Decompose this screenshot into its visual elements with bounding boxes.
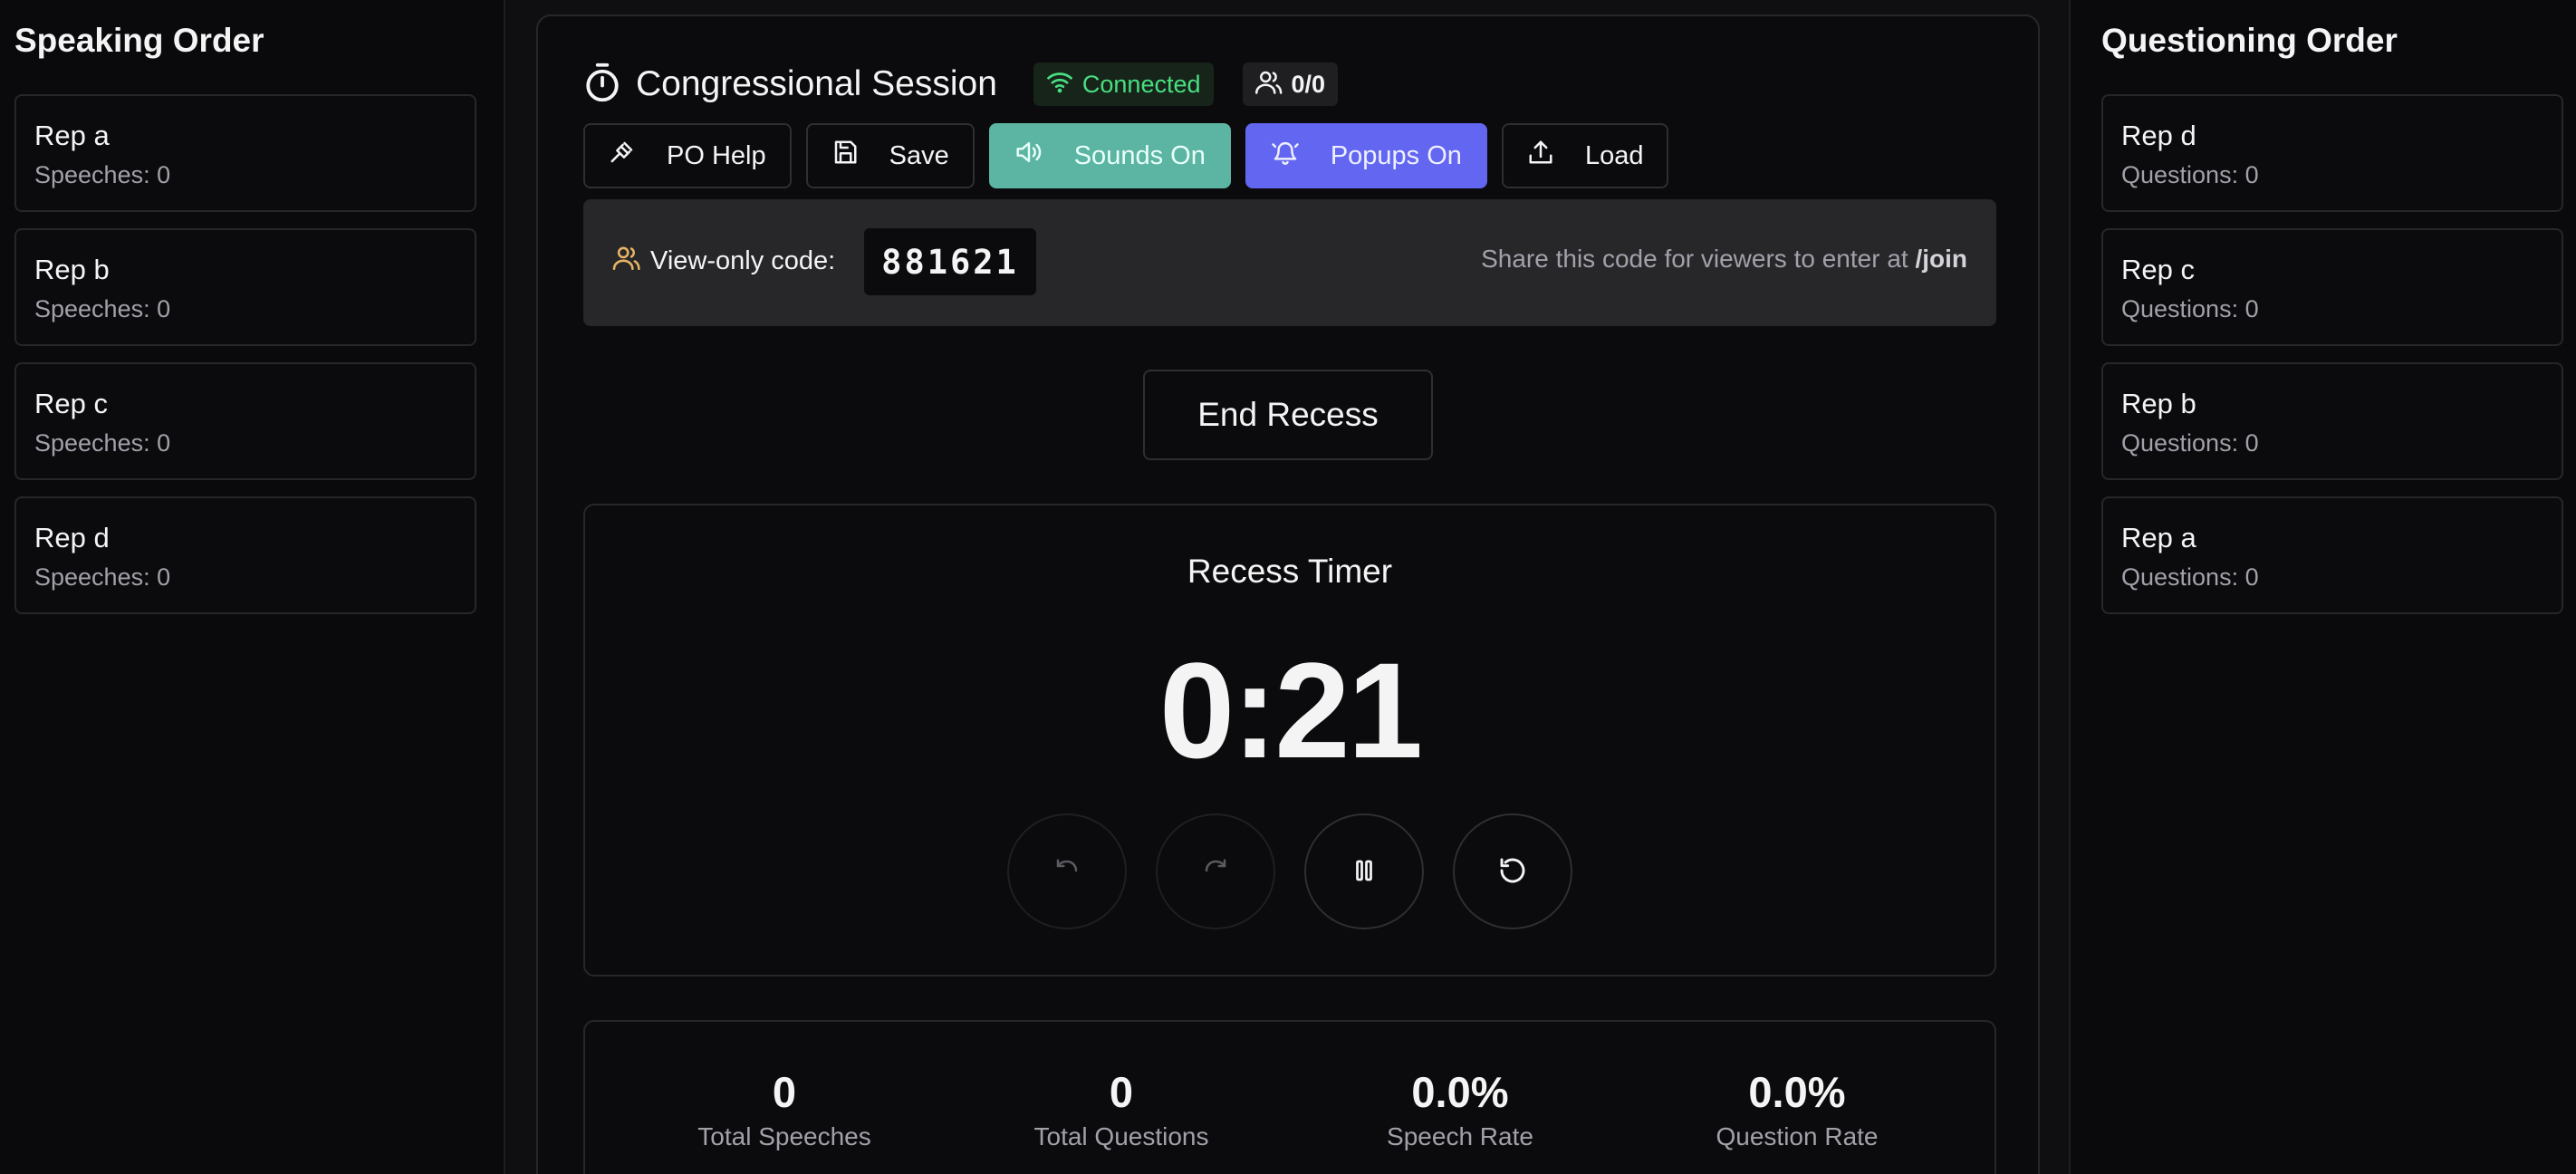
bell-icon — [1271, 139, 1331, 173]
speaker-speech-count: Speeches: 0 — [34, 295, 171, 322]
questioner-card[interactable]: Rep b Questions: 0 — [2101, 362, 2563, 480]
speaker-name: Rep a — [34, 120, 110, 151]
load-button[interactable]: Load — [1501, 123, 1669, 188]
share-instructions: Share this code for viewers to enter at … — [1481, 245, 1967, 274]
session-stats-card: 0 Total Speeches 0 Total Questions 0.0% … — [583, 1020, 1996, 1174]
save-button[interactable]: Save — [805, 123, 975, 188]
speaker-card[interactable]: Rep b Speeches: 0 — [14, 228, 476, 346]
stat-value: 0.0% — [1411, 1068, 1509, 1116]
speaker-speech-count: Speeches: 0 — [34, 563, 171, 591]
po-help-button[interactable]: PO Help — [583, 123, 792, 188]
pause-button[interactable] — [1304, 813, 1424, 929]
session-panel: Congressional Session Connected 0/0 PO H… — [536, 14, 2040, 1174]
view-only-code-label-text: View-only code: — [650, 245, 836, 275]
questioner-name: Rep b — [2121, 388, 2196, 419]
save-icon — [831, 139, 889, 173]
pause-icon — [1350, 857, 1378, 887]
questioning-order-panel: Questioning Order Rep d Questions: 0 Rep… — [2069, 0, 2576, 1174]
recess-timer-card: Recess Timer 0:21 — [583, 504, 1996, 977]
redo-button[interactable] — [1156, 813, 1275, 929]
stat-question-rate: 0.0% Question Rate — [1629, 1067, 1966, 1151]
end-recess-button[interactable]: End Recess — [1143, 370, 1433, 460]
questioner-name: Rep c — [2121, 254, 2195, 285]
timer-title: Recess Timer — [1187, 553, 1393, 590]
redo-icon — [1202, 857, 1229, 887]
speaker-card[interactable]: Rep d Speeches: 0 — [14, 496, 476, 614]
view-only-code-label: View-only code: — [612, 245, 835, 277]
stat-value: 0 — [1109, 1068, 1134, 1116]
questioner-question-count: Questions: 0 — [2121, 429, 2259, 457]
users-icon — [612, 245, 650, 277]
stat-label: Question Rate — [1716, 1122, 1879, 1150]
timer-controls — [1007, 813, 1601, 929]
speaker-card[interactable]: Rep a Speeches: 0 — [14, 94, 476, 212]
viewer-count: 0/0 — [1291, 70, 1326, 98]
stopwatch-icon — [583, 62, 621, 108]
session-header: Congressional Session Connected 0/0 — [583, 62, 1339, 108]
questioner-card[interactable]: Rep c Questions: 0 — [2101, 228, 2563, 346]
undo-icon — [1053, 857, 1081, 887]
load-label: Load — [1584, 140, 1644, 170]
stat-label: Speech Rate — [1387, 1122, 1533, 1150]
questioner-card[interactable]: Rep a Questions: 0 — [2101, 496, 2563, 614]
stat-label: Total Speeches — [697, 1122, 871, 1150]
connection-status-text: Connected — [1081, 70, 1201, 98]
gavel-icon — [609, 139, 667, 173]
popups-label: Popups On — [1330, 140, 1462, 170]
stat-value: 0 — [772, 1068, 797, 1116]
questioner-question-count: Questions: 0 — [2121, 563, 2259, 591]
stat-total-speeches: 0 Total Speeches — [616, 1067, 953, 1151]
upload-icon — [1527, 139, 1585, 173]
stat-label: Total Questions — [1033, 1122, 1209, 1150]
questioner-card[interactable]: Rep d Questions: 0 — [2101, 94, 2563, 212]
view-only-code-value[interactable]: 881621 — [864, 228, 1036, 295]
speaker-card[interactable]: Rep c Speeches: 0 — [14, 362, 476, 480]
popups-toggle-button[interactable]: Popups On — [1245, 123, 1487, 188]
questioner-question-count: Questions: 0 — [2121, 161, 2259, 188]
questioner-name: Rep d — [2121, 120, 2196, 151]
viewer-count-badge: 0/0 — [1242, 63, 1339, 106]
users-icon — [1254, 69, 1292, 101]
undo-button[interactable] — [1007, 813, 1127, 929]
sounds-label: Sounds On — [1073, 140, 1206, 170]
speaker-name: Rep d — [34, 522, 110, 553]
questioning-order-title: Questioning Order — [2101, 22, 2398, 59]
speaking-order-title: Speaking Order — [14, 22, 264, 59]
speaker-speech-count: Speeches: 0 — [34, 429, 171, 457]
speaker-name: Rep c — [34, 388, 108, 419]
po-help-label: PO Help — [667, 140, 766, 170]
reset-button[interactable] — [1453, 813, 1572, 929]
session-title: Congressional Session — [636, 64, 997, 103]
connection-status-badge: Connected — [1033, 63, 1214, 106]
speaker-name: Rep b — [34, 254, 110, 285]
app-root: Speaking Order Rep a Speeches: 0 Rep b S… — [0, 0, 2576, 1174]
volume-icon — [1014, 139, 1074, 173]
share-instructions-text: Share this code for viewers to enter at — [1481, 245, 1916, 273]
sounds-toggle-button[interactable]: Sounds On — [988, 123, 1231, 188]
speaking-order-panel: Speaking Order Rep a Speeches: 0 Rep b S… — [0, 0, 505, 1174]
stat-speech-rate: 0.0% Speech Rate — [1292, 1067, 1629, 1151]
toolbar: PO Help Save Sounds On Popups On Load — [583, 123, 1683, 188]
view-only-code-panel: View-only code: 881621 Share this code f… — [583, 199, 1996, 326]
questioner-name: Rep a — [2121, 522, 2196, 553]
wifi-icon — [1046, 70, 1082, 100]
stat-value: 0.0% — [1748, 1068, 1846, 1116]
stat-total-questions: 0 Total Questions — [953, 1067, 1290, 1151]
speaker-speech-count: Speeches: 0 — [34, 161, 171, 188]
timer-display: 0:21 — [1158, 634, 1423, 786]
save-label: Save — [889, 140, 949, 170]
join-path: /join — [1915, 245, 1967, 273]
questioner-question-count: Questions: 0 — [2121, 295, 2259, 322]
reset-icon — [1498, 856, 1527, 888]
